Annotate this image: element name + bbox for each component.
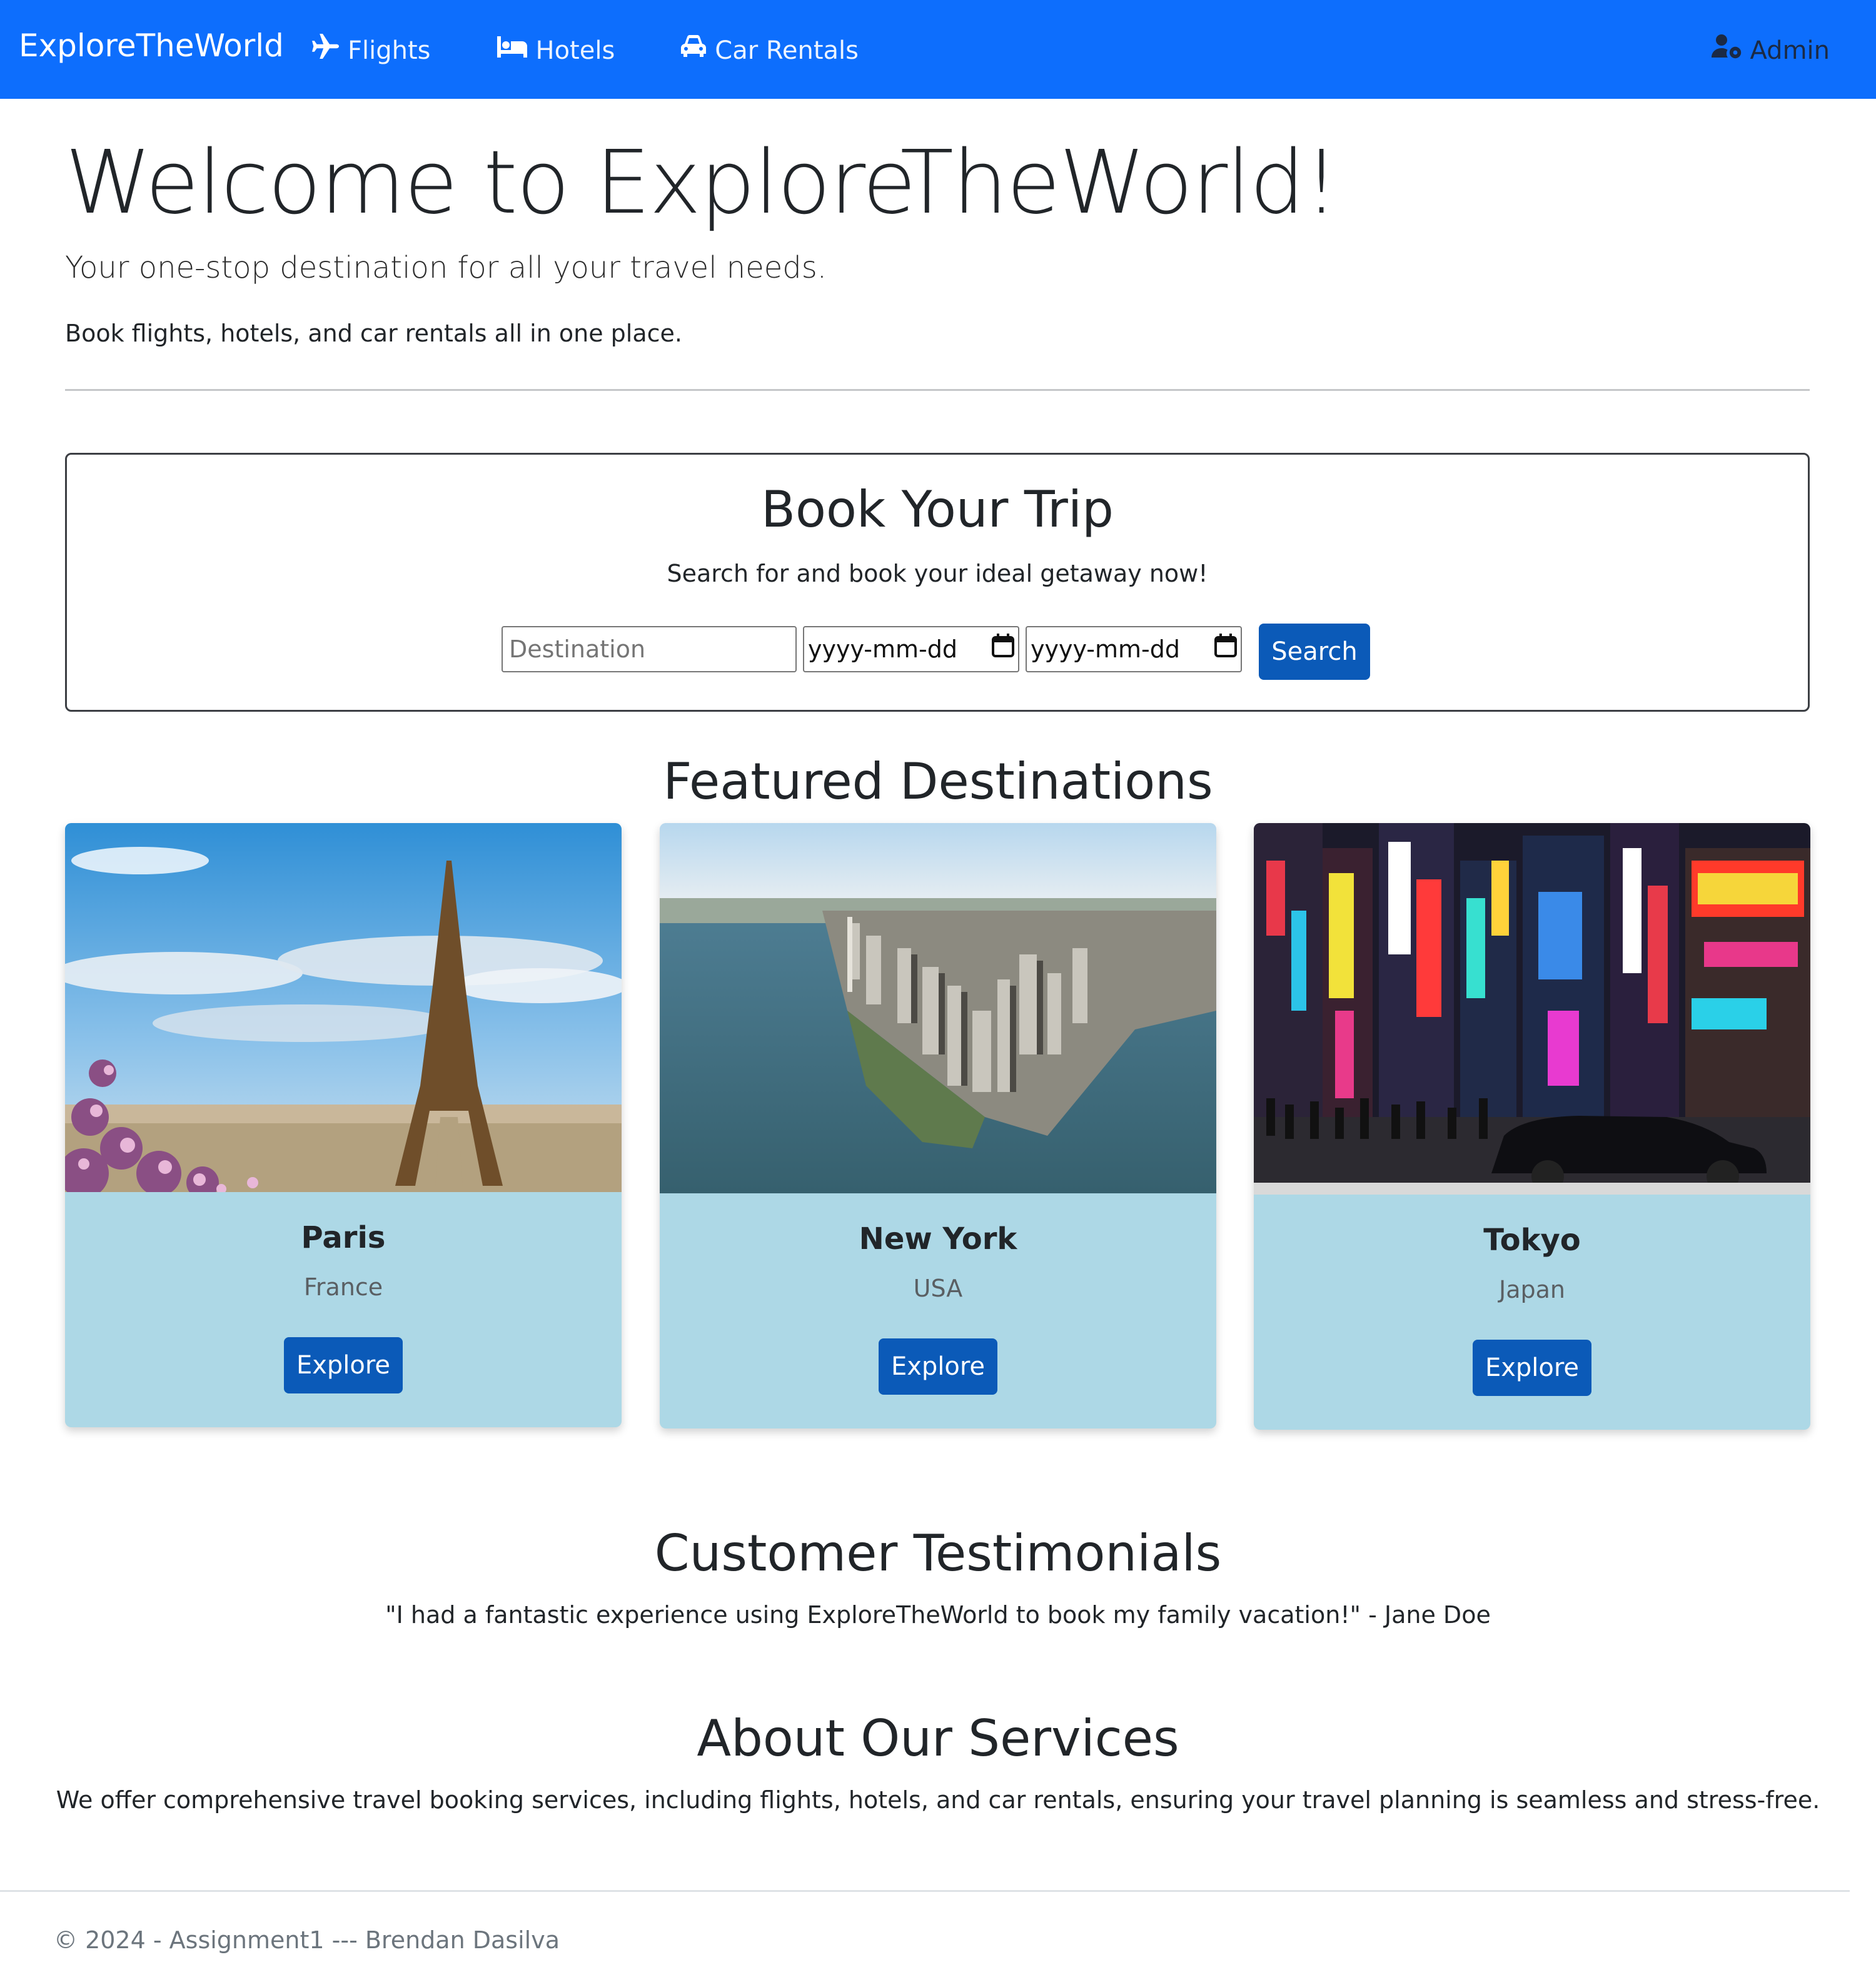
nav-link-hotels-label: Hotels — [535, 36, 615, 65]
hero-divider — [65, 389, 1810, 391]
destination-card-paris: Paris France Explore — [65, 823, 622, 1427]
destination-card-new-york: New York USA Explore — [660, 823, 1216, 1428]
check-out-placeholder: yyyy-mm-dd — [1031, 635, 1180, 663]
admin-label: Admin — [1750, 36, 1830, 65]
plane-icon — [310, 29, 348, 73]
tokyo-image — [1254, 823, 1810, 1195]
booking-panel: Book Your Trip Search for and book your … — [65, 453, 1810, 712]
destination-input[interactable]: Destination — [502, 626, 797, 672]
bed-icon — [496, 29, 536, 73]
nav-link-hotels[interactable]: Hotels — [496, 29, 615, 73]
search-form: Destination yyyy-mm-dd yyyy-mm-dd Search — [67, 624, 1808, 681]
nav-link-admin[interactable]: Admin — [1711, 29, 1830, 73]
footer-divider — [0, 1890, 1850, 1892]
card-country: Japan — [1499, 1276, 1565, 1303]
footer-text: © 2024 - Assignment1 --- Brendan Dasilva — [54, 1926, 560, 1954]
featured-title: Featured Destinations — [663, 752, 1213, 811]
booking-subtitle: Search for and book your ideal getaway n… — [667, 560, 1208, 587]
card-country: USA — [913, 1275, 963, 1302]
search-button[interactable]: Search — [1259, 624, 1370, 680]
check-out-date-input[interactable]: yyyy-mm-dd — [1026, 626, 1242, 672]
card-city: Tokyo — [1483, 1223, 1581, 1258]
nav-link-flights-label: Flights — [348, 36, 431, 65]
nav-link-car-rentals-label: Car Rentals — [715, 36, 859, 65]
about-text: We offer comprehensive travel booking se… — [56, 1786, 1820, 1814]
check-in-placeholder: yyyy-mm-dd — [808, 635, 957, 663]
explore-button[interactable]: Explore — [284, 1337, 403, 1393]
card-city: New York — [859, 1221, 1017, 1256]
calendar-icon[interactable] — [992, 627, 1014, 671]
nav-links: Flights Hotels Car Rentals — [310, 29, 924, 73]
testimonials-title: Customer Testimonials — [654, 1524, 1222, 1582]
explore-button[interactable]: Explore — [879, 1338, 997, 1395]
explore-button[interactable]: Explore — [1473, 1340, 1591, 1396]
card-country: France — [303, 1273, 383, 1301]
check-in-date-input[interactable]: yyyy-mm-dd — [803, 626, 1019, 672]
hero-text: Book flights, hotels, and car rentals al… — [65, 320, 682, 347]
user-gear-icon — [1711, 29, 1750, 73]
destination-card-tokyo: Tokyo Japan Explore — [1254, 823, 1810, 1430]
card-city: Paris — [301, 1220, 386, 1255]
hero-lead: Your one-stop destination for all your t… — [65, 250, 827, 285]
top-navbar: ExploreTheWorld Flights Hotels Car Renta… — [0, 0, 1876, 99]
nav-link-car-rentals[interactable]: Car Rentals — [680, 29, 859, 73]
booking-title: Book Your Trip — [761, 480, 1114, 538]
calendar-icon[interactable] — [1214, 627, 1237, 671]
car-icon — [680, 29, 715, 73]
new-york-image — [660, 823, 1216, 1193]
page-title: Welcome to ExploreTheWorld! — [65, 132, 1339, 234]
nav-link-flights[interactable]: Flights — [310, 29, 431, 73]
paris-image — [65, 823, 622, 1192]
testimonial-quote: "I had a fantastic experience using Expl… — [385, 1601, 1491, 1629]
about-title: About Our Services — [697, 1709, 1179, 1767]
brand-link[interactable]: ExploreTheWorld — [19, 24, 284, 68]
